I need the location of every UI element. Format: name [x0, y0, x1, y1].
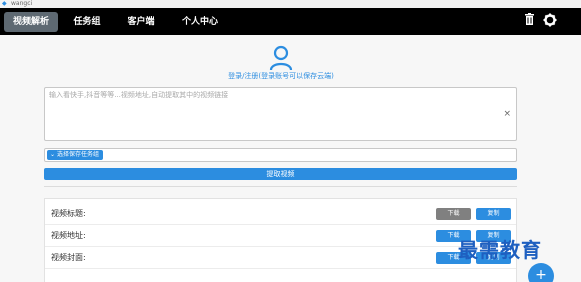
copy-button[interactable]: 复制: [476, 208, 511, 220]
window-title: wangci: [11, 0, 33, 7]
result-label: 视频地址:: [51, 231, 86, 240]
tab-personal-center[interactable]: 个人中心: [176, 12, 224, 32]
clear-icon[interactable]: ×: [503, 109, 511, 119]
add-fab-button[interactable]: +: [528, 263, 554, 282]
task-group-label: 选择保存任务组: [56, 151, 99, 158]
result-row-cover: 视频封面: 下载 复制: [45, 247, 516, 269]
divider: [44, 186, 517, 187]
task-group-select[interactable]: ⌄ 选择保存任务组: [44, 148, 517, 162]
trash-icon[interactable]: [525, 13, 534, 29]
window-titlebar: ◆ wangci: [0, 0, 581, 8]
top-nav: 视频解析 任务组 客户端 个人中心: [0, 8, 581, 35]
download-button[interactable]: 下载: [436, 208, 471, 220]
tab-client[interactable]: 客户端: [122, 12, 160, 32]
extract-video-button[interactable]: 提取视频: [44, 168, 517, 180]
video-url-input[interactable]: 输入看快手,抖音等等...视频地址,自动提取其中的视频链接 ×: [44, 87, 517, 141]
result-row-title: 视频标题: 下载 复制: [45, 203, 516, 225]
tab-task-group[interactable]: 任务组: [68, 12, 106, 32]
result-label: 视频封面:: [51, 253, 86, 262]
results-panel: 视频标题: 下载 复制 视频地址: 下载 复制 视频封面: 下载 复制: [44, 198, 517, 282]
chevron-down-icon: ⌄: [50, 151, 57, 158]
video-url-placeholder: 输入看快手,抖音等等...视频地址,自动提取其中的视频链接: [49, 91, 229, 99]
user-avatar-icon[interactable]: [269, 45, 293, 71]
watermark-logo: 最需教育: [458, 238, 542, 262]
app-logo-icon: ◆: [2, 0, 7, 7]
login-register-link[interactable]: 登录/注册(登录账号可以保存云端): [200, 72, 362, 81]
result-row-url: 视频地址: 下载 复制: [45, 225, 516, 247]
gear-icon[interactable]: [543, 13, 557, 31]
tab-video-parse[interactable]: 视频解析: [4, 12, 58, 32]
task-group-pill[interactable]: ⌄ 选择保存任务组: [47, 150, 103, 160]
result-label: 视频标题:: [51, 209, 86, 218]
